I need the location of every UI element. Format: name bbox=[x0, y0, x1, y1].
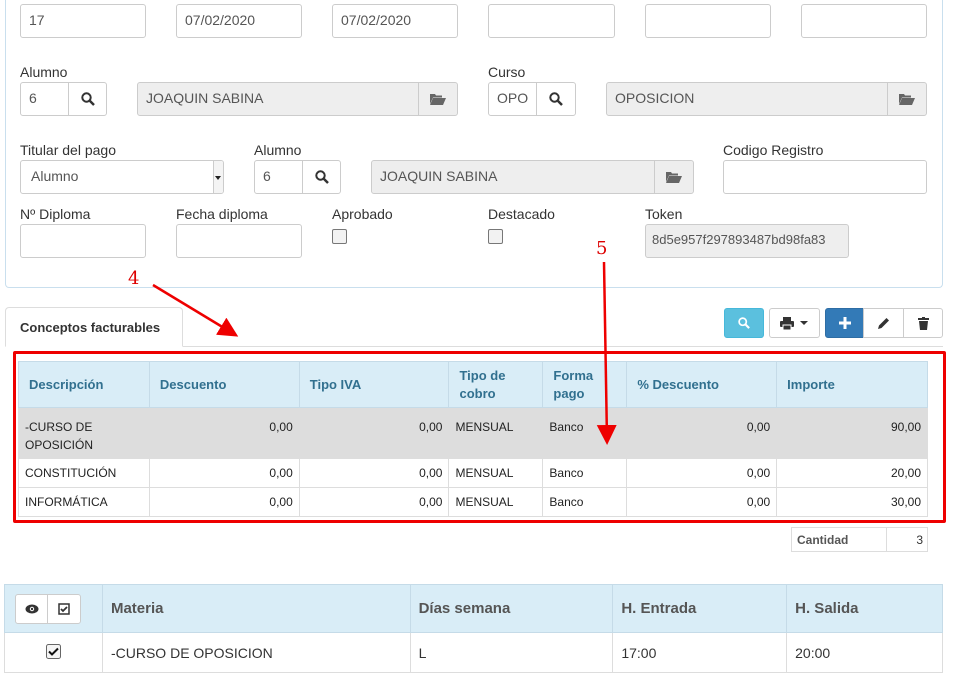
cell-materia: -CURSO DE OPOSICION bbox=[101, 632, 411, 673]
tab-divider bbox=[183, 346, 943, 347]
print-icon bbox=[780, 316, 794, 330]
annotation-4: 4 bbox=[128, 268, 140, 289]
pencil-icon bbox=[877, 318, 889, 329]
alumno2-open-button[interactable] bbox=[654, 160, 694, 194]
codigo-label: Codigo Registro bbox=[723, 142, 824, 158]
alumno-open-button[interactable] bbox=[418, 82, 458, 116]
fecha-diploma-input[interactable] bbox=[176, 224, 302, 258]
field-top-6[interactable] bbox=[801, 4, 927, 38]
cantidad-divider bbox=[886, 528, 887, 551]
curso-id-input[interactable]: OPO bbox=[488, 82, 537, 116]
titular-select[interactable]: Alumno bbox=[20, 160, 224, 194]
destacado-label: Destacado bbox=[488, 206, 555, 222]
tab-conceptos-facturables[interactable]: Conceptos facturables bbox=[5, 307, 183, 347]
aprobado-label: Aprobado bbox=[332, 206, 393, 222]
alumno2-id-input[interactable]: 6 bbox=[254, 160, 303, 194]
codigo-input[interactable] bbox=[723, 160, 927, 194]
date-field-1[interactable]: 07/02/2020 bbox=[176, 4, 302, 38]
curso-label: Curso bbox=[488, 64, 526, 80]
col-hora-salida[interactable]: H. Salida bbox=[786, 584, 943, 633]
view-toggle-group bbox=[15, 593, 81, 624]
curso-search-button[interactable] bbox=[536, 82, 576, 116]
eye-button[interactable] bbox=[16, 594, 48, 623]
token-field: 8d5e957f297893487bd98fa83 bbox=[645, 224, 849, 258]
cantidad-label: Cantidad bbox=[797, 533, 849, 547]
check-square-icon bbox=[58, 602, 70, 615]
search-icon bbox=[80, 92, 95, 106]
diploma-label: Nº Diploma bbox=[20, 206, 91, 222]
plus-icon bbox=[838, 317, 851, 329]
search-icon bbox=[738, 317, 750, 329]
materias-table: Materia Días semana H. Entrada H. Salida… bbox=[4, 584, 943, 673]
materias-header-row: Materia Días semana H. Entrada H. Salida bbox=[4, 584, 943, 633]
alumno-name-field: JOAQUIN SABINA bbox=[137, 82, 419, 116]
cantidad-summary: Cantidad 3 bbox=[791, 527, 928, 552]
annotation-highlight-box bbox=[13, 351, 946, 523]
alumno2-label: Alumno bbox=[254, 142, 302, 158]
check-all-button[interactable] bbox=[48, 595, 80, 623]
cell-checkbox[interactable] bbox=[4, 632, 103, 673]
alumno-search-button[interactable] bbox=[68, 82, 107, 116]
checkbox-checked-icon[interactable] bbox=[45, 643, 61, 659]
caret-down-icon bbox=[215, 176, 221, 180]
search-icon bbox=[314, 170, 329, 184]
date-field-2[interactable]: 07/02/2020 bbox=[332, 4, 458, 38]
delete-button[interactable] bbox=[903, 308, 943, 338]
titular-label: Titular del pago bbox=[20, 142, 116, 158]
fecha-diploma-label: Fecha diploma bbox=[176, 206, 268, 222]
trash-icon bbox=[917, 316, 929, 330]
cell-dias: L bbox=[409, 632, 614, 673]
curso-open-button[interactable] bbox=[887, 82, 927, 116]
cell-salida: 20:00 bbox=[786, 632, 943, 673]
col-materia[interactable]: Materia bbox=[101, 584, 411, 633]
alumno-id-input[interactable]: 6 bbox=[20, 82, 69, 116]
col-actions bbox=[4, 584, 103, 633]
field-top-4[interactable] bbox=[488, 4, 615, 38]
table-row[interactable]: -CURSO DE OPOSICION L 17:00 20:00 bbox=[4, 632, 943, 673]
aprobado-checkbox[interactable] bbox=[332, 229, 347, 244]
alumno2-search-button[interactable] bbox=[302, 160, 341, 194]
col-dias-semana[interactable]: Días semana bbox=[409, 584, 614, 633]
edit-button[interactable] bbox=[863, 308, 904, 338]
cell-entrada: 17:00 bbox=[612, 632, 788, 673]
diploma-input[interactable] bbox=[20, 224, 146, 258]
field-top-1[interactable]: 17 bbox=[20, 4, 146, 38]
cantidad-value: 3 bbox=[916, 533, 923, 547]
field-top-5[interactable] bbox=[645, 4, 771, 38]
col-hora-entrada[interactable]: H. Entrada bbox=[612, 584, 788, 633]
search-icon bbox=[549, 92, 563, 106]
add-button[interactable] bbox=[825, 308, 864, 338]
curso-name-field: OPOSICION bbox=[606, 82, 888, 116]
token-label: Token bbox=[645, 206, 683, 222]
folder-open-icon bbox=[430, 94, 446, 105]
titular-select-value: Alumno bbox=[31, 168, 79, 184]
alumno-label: Alumno bbox=[20, 64, 68, 80]
caret-down-icon bbox=[800, 321, 808, 325]
alumno2-name-field: JOAQUIN SABINA bbox=[371, 160, 655, 194]
destacado-checkbox[interactable] bbox=[488, 229, 503, 244]
select-arrow bbox=[213, 161, 223, 193]
print-dropdown-button[interactable] bbox=[769, 308, 820, 338]
search-button[interactable] bbox=[724, 308, 764, 338]
annotation-5: 5 bbox=[596, 238, 608, 259]
folder-open-icon bbox=[666, 172, 682, 183]
folder-open-icon bbox=[899, 94, 915, 105]
eye-icon bbox=[25, 604, 38, 613]
